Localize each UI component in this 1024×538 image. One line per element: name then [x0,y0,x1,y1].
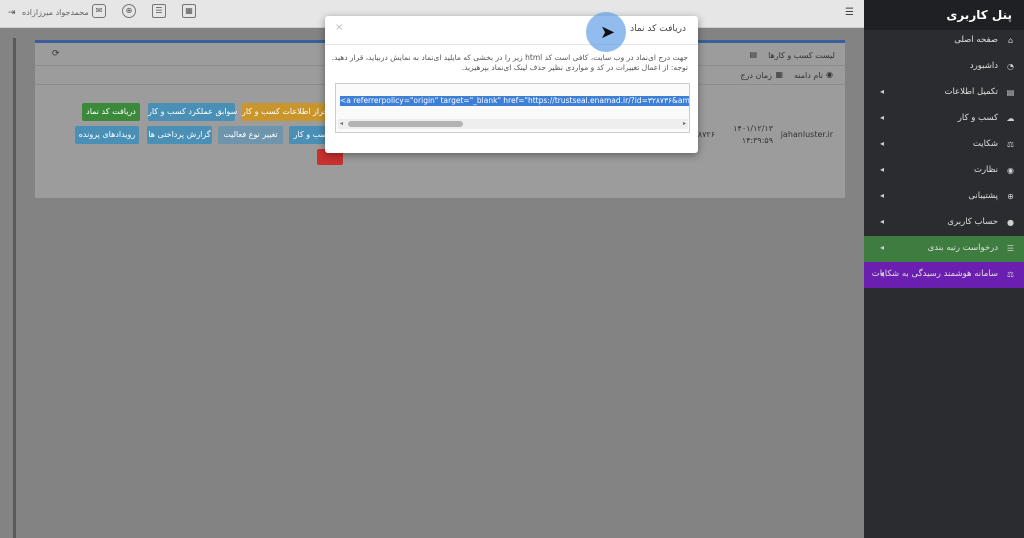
sidebar-item-label: شکایت [972,139,998,149]
sidebar-item-3[interactable]: ☁ کسب و کار ◂ [864,106,1024,132]
eye-icon: ◉ [1007,166,1014,175]
chevron-left-icon: ◂ [880,217,885,226]
chevron-left-icon: ◂ [880,243,885,252]
scroll-right-arrow[interactable]: ▸ [683,120,686,127]
chevron-left-icon: ◂ [880,139,885,148]
lifebuoy-icon: ⊕ [1007,192,1014,201]
scrollbar-thumb[interactable] [348,121,463,127]
home-icon: ⌂ [1007,36,1014,45]
horizontal-scrollbar[interactable]: ◂ ▸ [338,119,688,129]
sidebar-item-label: نظارت [973,165,998,175]
chevron-left-icon: ◂ [880,165,885,174]
modal-divider [325,44,698,45]
sidebar-item-label: کسب و کار [957,113,998,123]
sidebar-item-7[interactable]: ● حساب کاربری ◂ [864,210,1024,236]
cloud-icon: ☁ [1006,114,1015,123]
sidebar-item-2[interactable]: ▤ تکمیل اطلاعات ◂ [864,80,1024,106]
chevron-left-icon: ◂ [880,191,885,200]
sidebar-item-8[interactable]: ☰ درخواست رتبه بندی ◂ [864,236,1024,262]
selected-code[interactable]: <a referrerpolicy="origin" target="_blan… [340,96,689,106]
sidebar: پنل کاربری ⌂ صفحه اصلی ◔ داشبورد ▤ تکمیل اطلا… [864,0,1024,538]
sidebar-item-1[interactable]: ◔ داشبورد [864,54,1024,80]
dashboard-icon: ◔ [1007,62,1014,71]
sidebar-item-label: داشبورد [969,61,998,71]
sidebar-item-label: سامانه هوشمند رسیدگی به شکایات [871,269,998,279]
list-icon: ☰ [1006,244,1015,253]
modal-instructions: جهت درج ای‌نماد در وب سایت، کافی است کد … [331,53,688,62]
scale-icon: ⚖ [1006,140,1015,149]
sidebar-item-label: پشتیبانی [968,191,998,201]
sidebar-item-label: تکمیل اطلاعات [944,87,998,97]
sidebar-item-label: درخواست رتبه بندی [927,243,998,253]
close-icon[interactable]: × [335,22,343,33]
modal-title: دریافت کد نماد [630,24,686,34]
chevron-left-icon: ◂ [880,113,885,122]
mouse-pointer-icon: ➤ [600,22,616,43]
sidebar-item-9[interactable]: ⚖ سامانه هوشمند رسیدگی به شکایات ◂ [864,262,1024,288]
sidebar-item-label: صفحه اصلی [954,35,998,45]
user-icon: ● [1007,218,1014,227]
code-modal: × دریافت کد نماد جهت درج ای‌نماد در وب س… [325,16,698,153]
chevron-left-icon: ◂ [880,87,885,96]
sidebar-item-0[interactable]: ⌂ صفحه اصلی [864,28,1024,54]
sidebar-item-4[interactable]: ⚖ شکایت ◂ [864,132,1024,158]
scroll-left-arrow[interactable]: ◂ [340,120,343,127]
modal-warning: توجه: از اعمال تغییرات در کد و مواردی نظ… [461,63,688,72]
code-textarea[interactable]: <a referrerpolicy="origin" target="_blan… [335,83,690,133]
sidebar-item-5[interactable]: ◉ نظارت ◂ [864,158,1024,184]
chevron-left-icon: ◂ [880,269,885,278]
sidebar-item-label: حساب کاربری [947,217,998,227]
scale-icon: ⚖ [1006,270,1015,279]
id-card-icon: ▤ [1006,88,1015,97]
sidebar-title: پنل کاربری [864,0,1024,30]
sidebar-item-6[interactable]: ⊕ پشتیبانی ◂ [864,184,1024,210]
